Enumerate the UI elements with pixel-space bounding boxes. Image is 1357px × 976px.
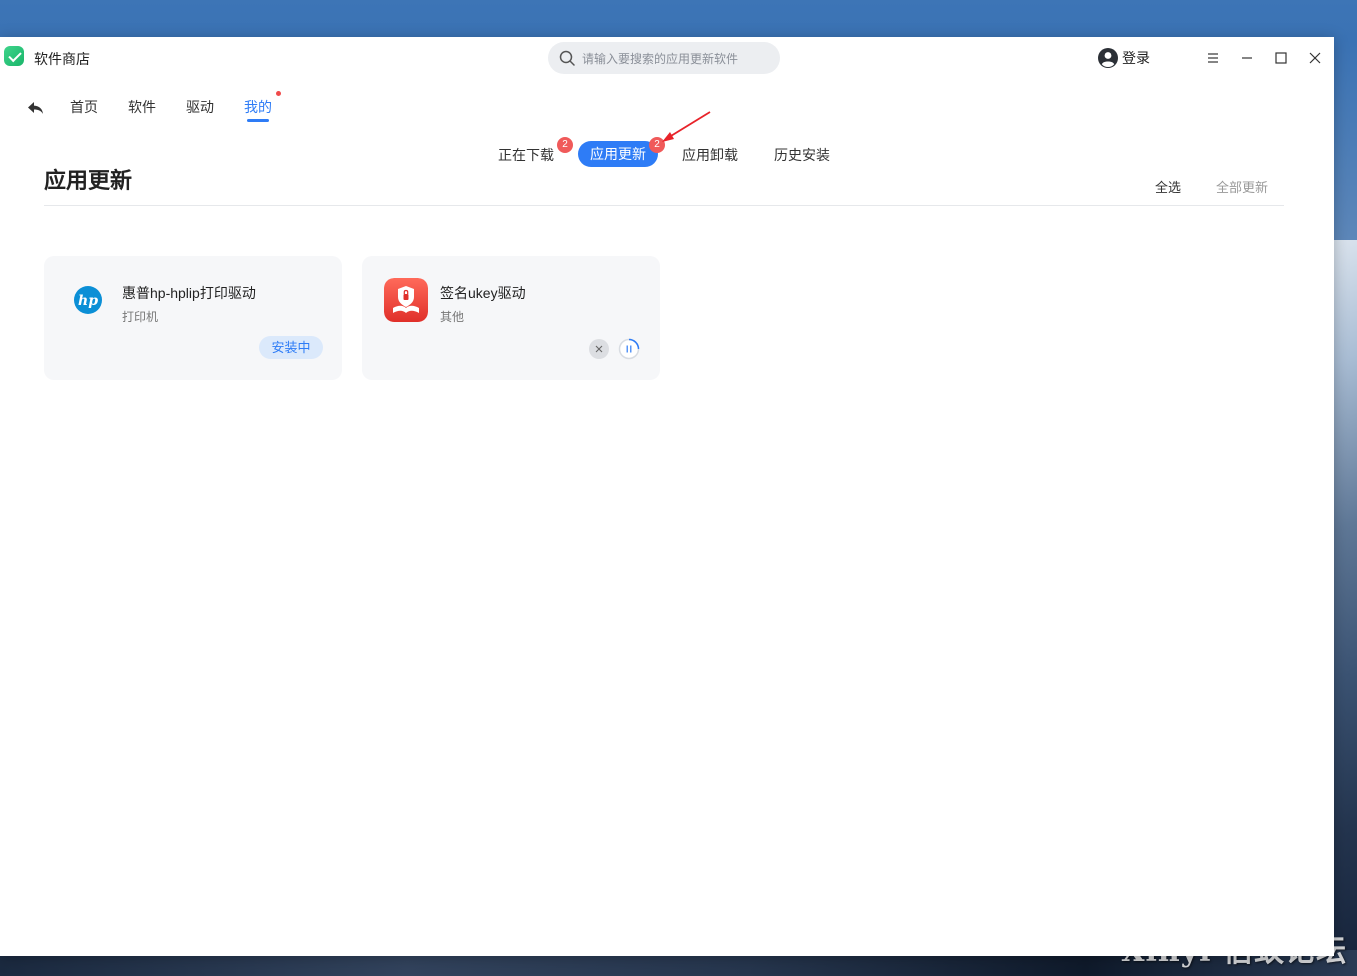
titlebar: 软件商店 登录 [0,37,1334,79]
search-box[interactable] [548,42,780,74]
notification-dot [276,91,281,96]
nav-drivers[interactable]: 驱动 [186,97,214,117]
svg-text:hp: hp [78,293,98,309]
tab-install-history[interactable]: 历史安装 [774,145,830,165]
login-label: 登录 [1122,50,1150,66]
tab-downloading[interactable]: 正在下载 [498,145,554,165]
hamburger-menu-icon [1208,53,1218,63]
app-category: 打印机 [122,310,159,324]
tab-app-updates[interactable]: 应用更新 [578,141,658,167]
minimize-icon [1242,57,1252,59]
maximize-icon [1275,52,1287,64]
cancel-button[interactable] [589,339,609,359]
update-all-button[interactable]: 全部更新 [1216,177,1268,196]
close-button[interactable] [1304,47,1326,69]
app-name: 签名ukey驱动 [440,285,526,301]
select-all-button[interactable]: 全选 [1155,177,1181,196]
back-arrow-icon[interactable] [26,98,46,118]
update-card-hplip[interactable]: hp 惠普hp-hplip打印驱动 打印机 安装中 [44,256,342,380]
annotation-arrow-icon [662,111,711,142]
nav-active-indicator [247,119,269,122]
login-button[interactable]: 登录 [1098,47,1150,69]
pause-progress-icon[interactable] [618,338,640,360]
close-icon [595,345,603,353]
nav-software[interactable]: 软件 [128,97,156,117]
minimize-button[interactable] [1236,47,1258,69]
app-logo-icon [4,46,24,66]
menu-button[interactable] [1202,47,1224,69]
user-avatar-icon [1098,48,1118,68]
page-title: 应用更新 [44,168,133,193]
app-category: 其他 [440,310,465,324]
installing-status-badge: 安装中 [259,336,323,359]
app-window: 软件商店 登录 [0,37,1334,956]
nav-mine[interactable]: 我的 [244,97,272,117]
nav-home[interactable]: 首页 [70,97,98,117]
app-title: 软件商店 [34,51,90,67]
divider [44,205,1284,206]
close-icon [1309,52,1321,64]
app-name: 惠普hp-hplip打印驱动 [122,285,256,301]
ukey-app-icon [384,278,428,322]
hp-logo-icon: hp [74,286,102,314]
search-input[interactable] [580,48,774,70]
search-icon [559,50,575,66]
downloading-count-badge: 2 [557,137,573,153]
update-card-ukey[interactable]: 签名ukey驱动 其他 [362,256,660,380]
tab-app-uninstall[interactable]: 应用卸载 [682,145,738,165]
maximize-button[interactable] [1270,47,1292,69]
